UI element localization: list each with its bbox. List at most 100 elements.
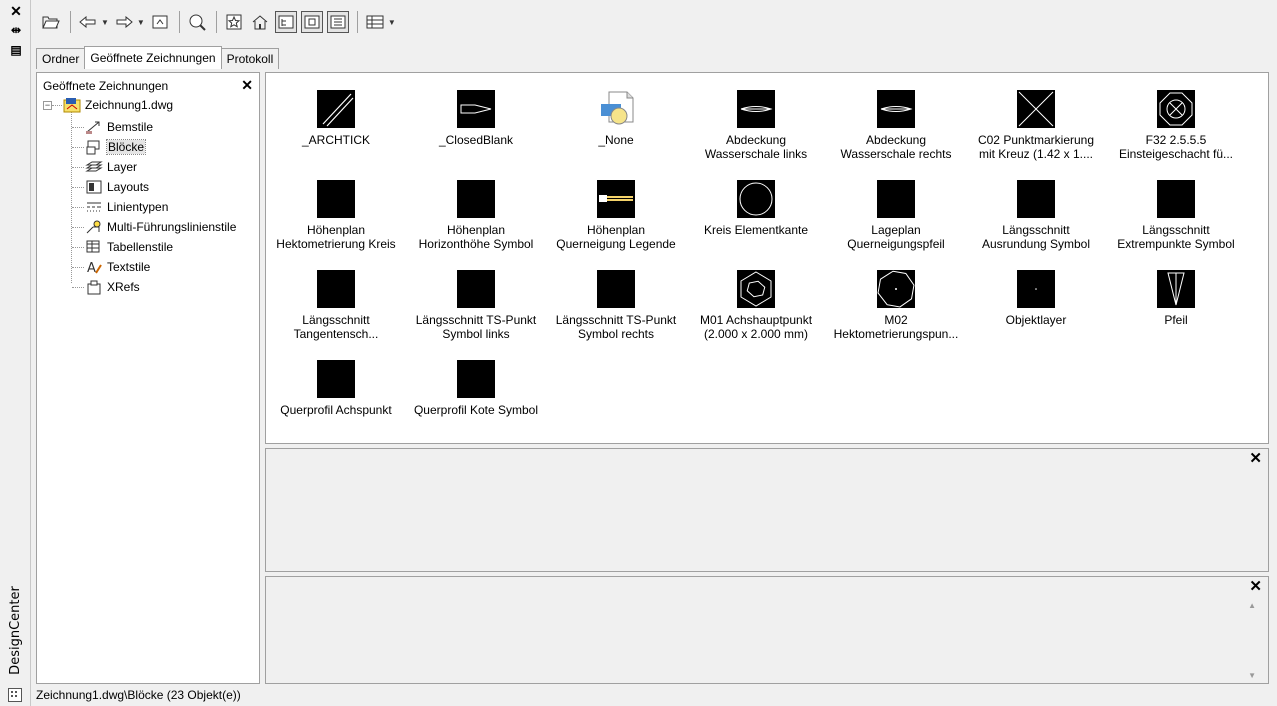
tab-protokoll[interactable]: Protokoll [220, 48, 280, 69]
properties-icon[interactable]: ▤ [8, 42, 24, 58]
block-name: _ARCHTICK [301, 133, 370, 147]
block-name: Querprofil Kote Symbol [413, 403, 539, 417]
palette-title: DesignCenter [7, 585, 23, 675]
block-item[interactable]: Querprofil Kote Symbol [406, 357, 546, 441]
tree-item-xrefs[interactable]: XRefs [85, 277, 140, 297]
tab-ordner[interactable]: Ordner [36, 48, 86, 69]
description-toggle-icon[interactable] [326, 11, 349, 33]
tablestyle-icon [85, 239, 103, 255]
status-bar: Zeichnung1.dwg\Blöcke (23 Objekt(e)) [36, 688, 241, 702]
block-thumbnail [877, 180, 915, 218]
block-item[interactable]: Längsschnitt TS-Punkt Symbol rechts [546, 267, 686, 351]
tree-item-multi-führungslinienstile[interactable]: Multi-Führungslinienstile [85, 217, 236, 237]
block-thumbnail [317, 180, 355, 218]
block-name: Längsschnitt Ausrundung Symbol [981, 223, 1091, 251]
tree-item-bemstile[interactable]: Bemstile [85, 117, 153, 137]
block-thumbnail [737, 90, 775, 128]
forward-dropdown-icon[interactable]: ▼ [137, 18, 145, 27]
tree-view-toggle-icon[interactable] [274, 11, 297, 33]
tree-close-icon[interactable]: ✕ [241, 77, 253, 94]
tab-geoeffnete-zeichnungen[interactable]: Geöffnete Zeichnungen [84, 46, 222, 69]
tree-pane: Geöffnete Zeichnungen ✕ − Zeichnung1.dwg… [36, 72, 260, 684]
block-thumbnail [737, 180, 775, 218]
block-name: Höhenplan Horizonthöhe Symbol [418, 223, 534, 251]
palette-status-icon [8, 688, 22, 702]
block-name: Pfeil [1164, 313, 1188, 327]
tree-item-tabellenstile[interactable]: Tabellenstile [85, 237, 173, 257]
block-item[interactable]: Pfeil [1106, 267, 1246, 351]
block-item[interactable]: _None [546, 87, 686, 171]
views-dropdown-icon[interactable]: ▼ [388, 18, 396, 27]
block-thumbnail [317, 270, 355, 308]
preview-toggle-icon[interactable] [300, 11, 323, 33]
block-icon [85, 139, 103, 155]
favorites-icon[interactable] [223, 11, 245, 33]
block-item[interactable]: Höhenplan Hektometrierung Kreis [266, 177, 406, 261]
tree-item-label: Layer [107, 160, 138, 174]
block-content-pane: _ARCHTICK _ClosedBlank _None Abdeckung Wass… [265, 72, 1269, 444]
block-item[interactable]: Längsschnitt TS-Punkt Symbol links [406, 267, 546, 351]
up-icon[interactable] [149, 11, 171, 33]
scroll-up-icon[interactable]: ▲ [1248, 601, 1256, 610]
palette-side-bar: ✕ ⇹ ▤ DesignCenter [0, 0, 31, 706]
tree-item-layer[interactable]: Layer [85, 157, 137, 177]
back-dropdown-icon[interactable]: ▼ [101, 18, 109, 27]
block-item[interactable]: Lageplan Querneigungspfeil [826, 177, 966, 261]
multileader-icon [85, 219, 103, 235]
tree-item-linientypen[interactable]: Linientypen [85, 197, 168, 217]
tree-item-label: XRefs [107, 280, 140, 294]
block-item[interactable]: M02 Hektometrierungspun... [826, 267, 966, 351]
block-name: Längsschnitt TS-Punkt Symbol links [415, 313, 537, 341]
block-thumbnail [1157, 270, 1195, 308]
back-icon[interactable] [77, 11, 99, 33]
block-thumbnail [317, 90, 355, 128]
search-icon[interactable] [186, 11, 208, 33]
block-name: _None [598, 133, 634, 147]
toolbar: ▼ ▼ ▼ [40, 2, 640, 42]
block-item[interactable]: Querprofil Achspunkt [266, 357, 406, 441]
tree-item-blöcke[interactable]: Blöcke [85, 137, 147, 157]
open-folder-icon[interactable] [40, 11, 62, 33]
block-item[interactable]: C02 Punktmarkierung mit Kreuz (1.42 x 1.… [966, 87, 1106, 171]
block-item[interactable]: Höhenplan Querneigung Legende [546, 177, 686, 261]
tree-item-textstile[interactable]: A Textstile [85, 257, 150, 277]
block-item[interactable]: Abdeckung Wasserschale links [686, 87, 826, 171]
block-name: Abdeckung Wasserschale rechts [840, 133, 952, 161]
block-item[interactable]: _ARCHTICK [266, 87, 406, 171]
tree-header: Geöffnete Zeichnungen ✕ [41, 77, 255, 95]
block-item[interactable]: M01 Achshauptpunkt (2.000 x 2.000 mm) [686, 267, 826, 351]
block-thumbnail [877, 90, 915, 128]
block-item[interactable]: Abdeckung Wasserschale rechts [826, 87, 966, 171]
block-item[interactable]: F32 2.5.5.5 Einsteigeschacht fü... [1106, 87, 1246, 171]
block-thumbnail [317, 360, 355, 398]
block-name: Höhenplan Hektometrierung Kreis [276, 223, 396, 251]
block-item[interactable]: _ClosedBlank [406, 87, 546, 171]
drawing-file-icon [63, 97, 81, 113]
linetype-icon [85, 199, 103, 215]
close-palette-icon[interactable]: ✕ [8, 3, 24, 19]
block-item[interactable]: Objektlayer [966, 267, 1106, 351]
block-item[interactable]: Höhenplan Horizonthöhe Symbol [406, 177, 546, 261]
scroll-down-icon[interactable]: ▼ [1248, 671, 1256, 680]
tree-item-label: Multi-Führungslinienstile [107, 220, 237, 234]
block-item[interactable]: Längsschnitt Tangentensch... [266, 267, 406, 351]
tree-item-label: Textstile [107, 260, 151, 274]
description-close-icon[interactable]: ✕ [1249, 577, 1262, 595]
tree-item-layouts[interactable]: Layouts [85, 177, 149, 197]
autohide-icon[interactable]: ⇹ [8, 22, 24, 38]
preview-close-icon[interactable]: ✕ [1249, 449, 1262, 467]
description-pane: ✕ ▲ ▼ [265, 576, 1269, 684]
block-name: Längsschnitt TS-Punkt Symbol rechts [555, 313, 677, 341]
tree-header-title: Geöffnete Zeichnungen [43, 79, 169, 93]
expand-collapse-icon[interactable]: − [43, 101, 52, 110]
home-icon[interactable] [249, 11, 271, 33]
block-name: Längsschnitt Extrempunkte Symbol [1117, 223, 1235, 251]
block-thumbnail [1017, 270, 1055, 308]
views-icon[interactable] [364, 11, 386, 33]
block-item[interactable]: Kreis Elementkante [686, 177, 826, 261]
tree-item-drawing[interactable]: Zeichnung1.dwg [63, 95, 173, 115]
svg-text:A: A [87, 261, 96, 275]
block-item[interactable]: Längsschnitt Extrempunkte Symbol [1106, 177, 1246, 261]
forward-icon[interactable] [113, 11, 135, 33]
block-item[interactable]: Längsschnitt Ausrundung Symbol [966, 177, 1106, 261]
